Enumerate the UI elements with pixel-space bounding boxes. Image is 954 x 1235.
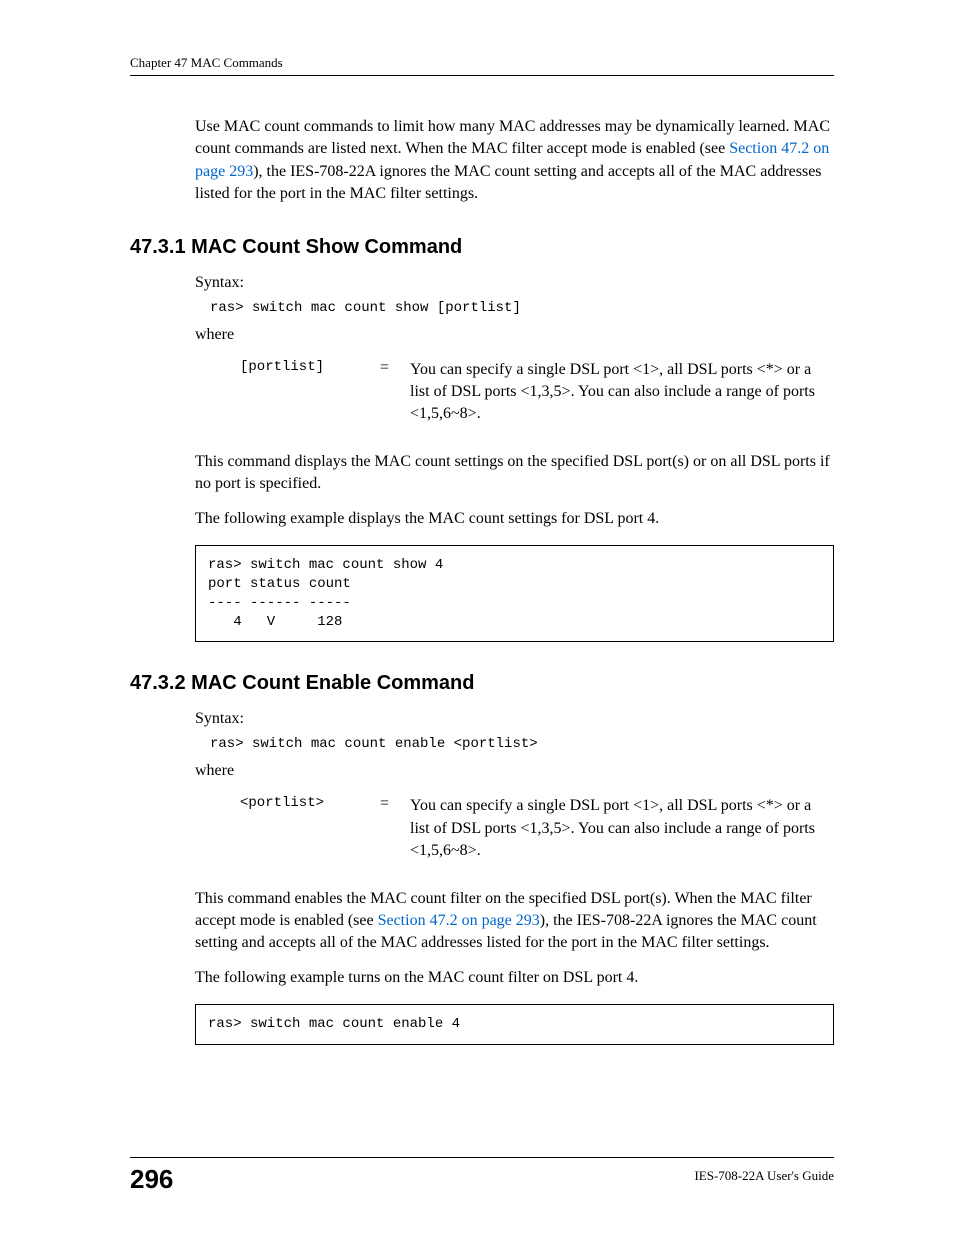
intro-paragraph: Use MAC count commands to limit how many… — [195, 116, 834, 206]
param-name-2: <portlist> — [240, 795, 380, 811]
param-table-2: <portlist> = You can specify a single DS… — [240, 795, 834, 862]
footer-guide-text: IES-708-22A User's Guide — [694, 1164, 834, 1184]
param-eq-1: = — [380, 359, 410, 377]
syntax-label-2: Syntax: — [195, 710, 834, 728]
param-desc-1: You can specify a single DSL port <1>, a… — [410, 359, 834, 426]
syntax-code-2: ras> switch mac count enable <portlist> — [210, 736, 834, 752]
syntax-label-1: Syntax: — [195, 274, 834, 292]
syntax-code-1: ras> switch mac count show [portlist] — [210, 300, 834, 316]
page-header: Chapter 47 MAC Commands — [130, 55, 834, 76]
body-para-1b: The following example displays the MAC c… — [195, 508, 834, 530]
page-footer: 296 IES-708-22A User's Guide — [130, 1157, 834, 1195]
section-heading-1: 47.3.1 MAC Count Show Command — [130, 236, 834, 259]
param-table-1: [portlist] = You can specify a single DS… — [240, 359, 834, 426]
body-para-1a: This command displays the MAC count sett… — [195, 451, 834, 496]
body2a-link[interactable]: Section 47.2 on page 293 — [378, 912, 540, 929]
chapter-title: Chapter 47 MAC Commands — [130, 55, 283, 70]
body-para-2b: The following example turns on the MAC c… — [195, 967, 834, 989]
where-label-2: where — [195, 762, 834, 780]
param-name-1: [portlist] — [240, 359, 380, 375]
section-heading-2: 47.3.2 MAC Count Enable Command — [130, 672, 834, 695]
body-para-2a: This command enables the MAC count filte… — [195, 888, 834, 955]
code-output-2: ras> switch mac count enable 4 — [195, 1004, 834, 1045]
page-number: 296 — [130, 1164, 173, 1195]
param-eq-2: = — [380, 795, 410, 813]
where-label-1: where — [195, 326, 834, 344]
param-desc-2: You can specify a single DSL port <1>, a… — [410, 795, 834, 862]
intro-text-2: ), the IES-708-22A ignores the MAC count… — [195, 163, 822, 202]
code-output-1: ras> switch mac count show 4 port status… — [195, 545, 834, 643]
